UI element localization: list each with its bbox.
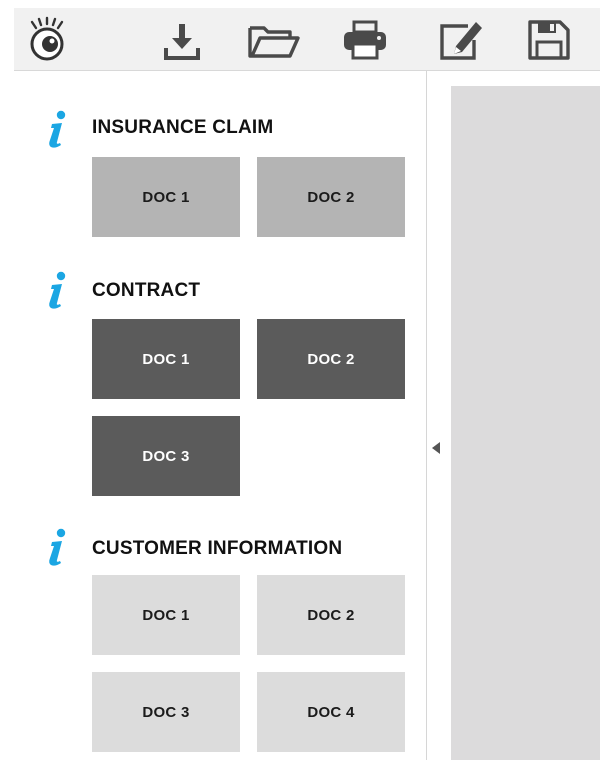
section-title-contract: CONTRACT: [92, 280, 201, 301]
info-icon[interactable]: [44, 271, 70, 311]
panel-divider[interactable]: [426, 71, 427, 760]
info-icon[interactable]: [44, 110, 70, 150]
contract-doc-3-tile[interactable]: DOC 3: [92, 416, 240, 496]
customer-doc-2-tile[interactable]: DOC 2: [257, 575, 405, 655]
eye-icon[interactable]: [22, 16, 72, 64]
download-icon[interactable]: [158, 16, 208, 64]
collapse-arrow-icon[interactable]: [431, 441, 441, 455]
folder-open-icon[interactable]: [246, 16, 300, 64]
toolbar: [14, 8, 600, 71]
contract-doc-1-tile[interactable]: DOC 1: [92, 319, 240, 399]
edit-icon[interactable]: [436, 16, 486, 64]
section-title-customer-information: CUSTOMER INFORMATION: [92, 538, 343, 559]
customer-doc-4-tile[interactable]: DOC 4: [257, 672, 405, 752]
customer-doc-1-tile[interactable]: DOC 1: [92, 575, 240, 655]
customer-doc-3-tile[interactable]: DOC 3: [92, 672, 240, 752]
info-icon[interactable]: [44, 528, 70, 568]
printer-icon[interactable]: [340, 16, 390, 64]
section-title-insurance-claim: INSURANCE CLAIM: [92, 117, 274, 138]
preview-panel: [451, 86, 600, 760]
claim-doc-1-tile[interactable]: DOC 1: [92, 157, 240, 237]
contract-doc-2-tile[interactable]: DOC 2: [257, 319, 405, 399]
save-icon[interactable]: [524, 16, 574, 64]
claim-doc-2-tile[interactable]: DOC 2: [257, 157, 405, 237]
